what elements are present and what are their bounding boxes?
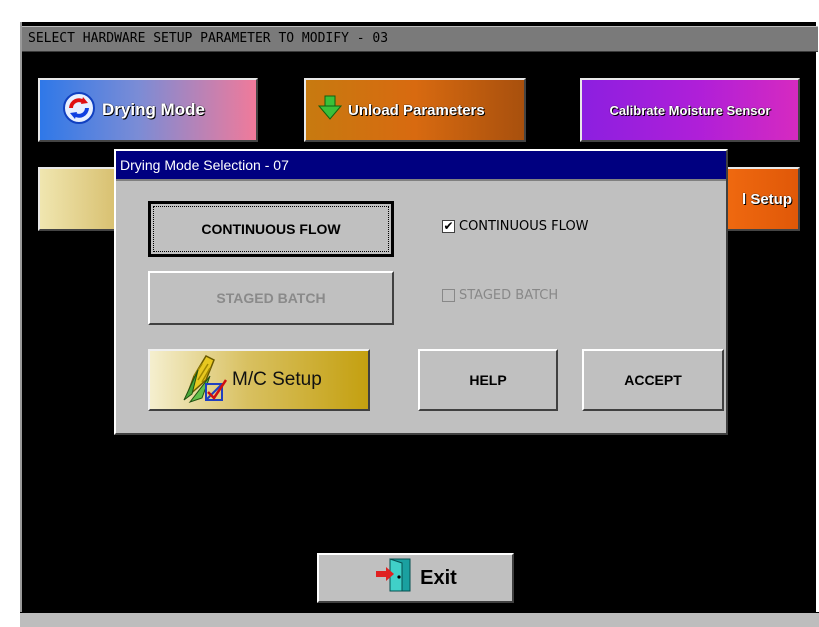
focus-rect [153,206,389,252]
refresh-icon [62,91,96,130]
unload-parameters-label: Unload Parameters [348,101,485,119]
status-bar [20,612,819,627]
continuous-flow-button[interactable]: CONTINUOUS FLOW [148,201,394,257]
help-button[interactable]: HELP [418,349,558,411]
staged-batch-checkbox-label: STAGED BATCH [459,288,559,303]
exit-label: Exit [420,566,457,589]
download-arrow-icon [317,95,343,125]
drying-mode-dialog: Drying Mode Selection - 07 CONTINUOUS FL… [114,149,728,435]
mc-setup-button[interactable]: M/C Setup [148,349,370,411]
calibrate-moisture-sensor-label: Calibrate Moisture Sensor [609,102,771,118]
window-frame [20,22,22,622]
partial-setup-button[interactable]: l Setup [720,167,800,231]
accept-button-label: ACCEPT [624,372,682,388]
mc-setup-label: M/C Setup [232,369,322,390]
calibrate-moisture-sensor-button[interactable]: Calibrate Moisture Sensor [580,78,800,142]
staged-batch-button-label: STAGED BATCH [216,290,326,306]
dialog-title: Drying Mode Selection - 07 [116,151,726,179]
exit-door-icon [374,557,414,599]
checkbox-checked-icon[interactable]: ✔ [442,220,455,233]
staged-batch-button[interactable]: STAGED BATCH [148,271,394,325]
continuous-flow-checkbox[interactable]: ✔ CONTINUOUS FLOW [442,219,589,234]
continuous-flow-checkbox-label: CONTINUOUS FLOW [459,219,589,234]
corn-icon [180,350,228,410]
main-title: SELECT HARDWARE SETUP PARAMETER TO MODIF… [22,26,818,52]
partial-setup-label: l Setup [741,190,792,208]
drying-mode-button[interactable]: Drying Mode [38,78,258,142]
accept-button[interactable]: ACCEPT [582,349,724,411]
drying-mode-label: Drying Mode [102,100,205,119]
dialog-title-separator [116,179,726,181]
exit-button[interactable]: Exit [317,553,514,603]
unload-parameters-button[interactable]: Unload Parameters [304,78,526,142]
staged-batch-checkbox[interactable]: STAGED BATCH [442,288,558,303]
corn-setup-button[interactable] [38,167,118,231]
checkbox-unchecked-icon[interactable] [442,289,455,302]
help-button-label: HELP [469,372,507,388]
